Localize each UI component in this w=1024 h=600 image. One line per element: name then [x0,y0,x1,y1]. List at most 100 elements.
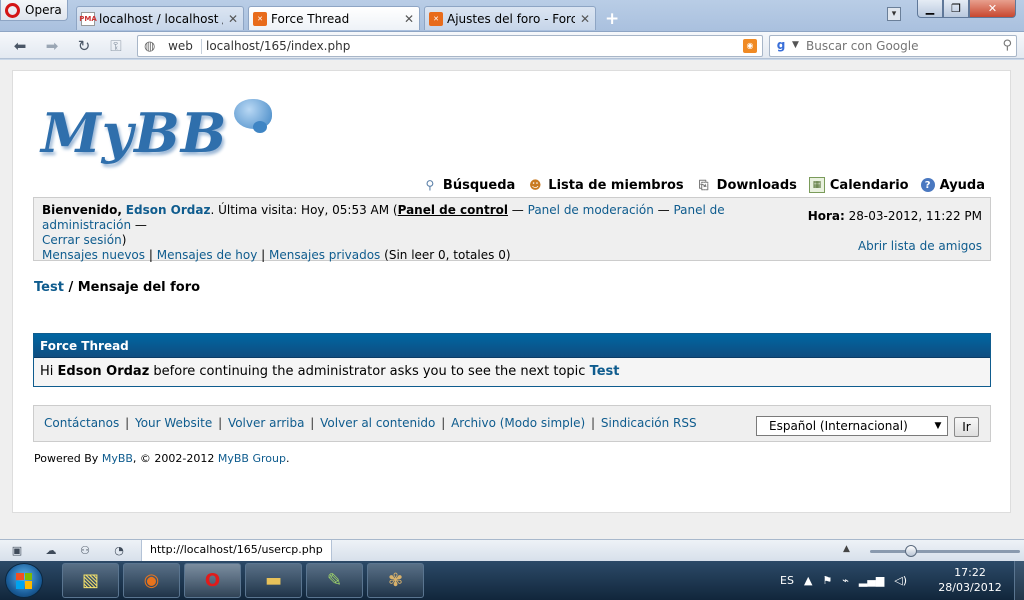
mybb-link[interactable]: MyBB [102,452,133,465]
speed-dial-icon[interactable]: ◔ [112,544,126,558]
opera-menu-button[interactable]: Opera [0,0,68,21]
action-center-icon[interactable]: ⚑ [822,574,832,587]
tab-ajustes-foro[interactable]: ✕ Ajustes del foro - Force... ✕ [424,6,596,30]
tab-phpmyadmin[interactable]: PMA localhost / localhost / ... ✕ [76,6,244,30]
thread-box-title: Force Thread [34,334,990,358]
show-hidden-icons-icon[interactable]: ▲ [804,574,812,587]
chevron-down-icon[interactable]: ▼ [931,419,945,433]
taskbar-notepadpp[interactable]: ✎ [306,563,363,598]
top-link-help[interactable]: ? Ayuda [920,177,985,193]
forum-page: MyBB ⚲ Búsqueda ☻ Lista de miembros ⎘ Do… [12,70,1011,513]
separator-pipe: | [441,416,446,430]
separator-pipe: | [310,416,315,430]
address-bar[interactable]: ◍ web localhost/165/index.php ◉ [137,35,763,57]
start-button[interactable] [5,563,43,598]
forced-topic-link[interactable]: Test [590,364,620,379]
top-link-members[interactable]: ☻ Lista de miembros [527,177,684,193]
browser-status-bar: ▣ ☁ ⚇ ◔ http://localhost/165/usercp.php … [0,539,1024,561]
zoom-slider[interactable] [870,545,1020,557]
window-maximize-button[interactable]: ❐ [943,0,969,18]
breadcrumb-current: Mensaje del foro [77,280,201,295]
key-icon[interactable]: ⚿ [106,36,126,56]
footer-link-archive[interactable]: Archivo (Modo simple) [451,416,585,430]
separator-dash: — [507,203,528,217]
search-input[interactable] [806,38,986,54]
logout-link[interactable]: Cerrar sesión [42,233,122,247]
footer-link-content[interactable]: Volver al contenido [320,416,435,430]
language-go-button[interactable]: Ir [954,417,979,437]
footer-link-contact[interactable]: Contáctanos [44,416,119,430]
breadcrumb: Test / Mensaje del foro [34,280,200,295]
message-text: before continuing the administrator asks… [153,364,586,379]
power-icon[interactable]: ⌁ [842,574,849,587]
reload-icon[interactable]: ↻ [74,36,94,56]
mybb-group-link[interactable]: MyBB Group [218,452,286,465]
top-link-label: Calendario [829,177,909,193]
buddy-list-link[interactable]: Abrir lista de amigos [858,239,982,254]
control-panel-link[interactable]: Panel de control [398,203,508,217]
todays-posts-link[interactable]: Mensajes de hoy [157,248,258,262]
status-url: http://localhost/165/usercp.php [141,540,332,561]
footer-link-rss[interactable]: Sindicación RSS [601,416,697,430]
xampp-favicon-icon: ✕ [429,11,443,26]
search-box[interactable]: g ▼ ⚲ [769,35,1017,57]
unite-icon[interactable]: ⚇ [78,544,92,558]
welcome-row: Bienvenido, Edson Ordaz. Última visita: … [42,203,802,263]
notepad-plus-plus-icon: ✎ [326,570,343,591]
cloud-icon[interactable]: ☁ [44,544,58,558]
logo-text: MyBB [41,101,228,165]
window-close-button[interactable]: ✕ [969,0,1016,18]
clock-date: 28/03/2012 [938,581,1002,594]
network-icon[interactable]: ▂▄▆ [859,574,884,587]
volume-icon[interactable]: ◁) [894,574,907,587]
show-desktop-button[interactable] [1014,561,1024,600]
panel-toggle-icon[interactable]: ▣ [10,544,24,558]
footer-link-top[interactable]: Volver arriba [228,416,305,430]
taskbar-explorer[interactable]: ▬ [245,563,302,598]
taskbar-firefox[interactable]: ◉ [123,563,180,598]
window-minimize-button[interactable]: ▁ [917,0,943,18]
trash-can-icon[interactable]: ▾ [887,7,901,21]
user-profile-link[interactable]: Edson Ordaz [126,203,211,217]
tab-close-icon[interactable]: ✕ [579,12,591,26]
top-link-calendar[interactable]: ▦ Calendario [808,177,909,193]
zoom-slider-knob[interactable] [905,545,917,557]
opera-icon: O [204,570,221,591]
new-posts-link[interactable]: Mensajes nuevos [42,248,145,262]
private-messages-link[interactable]: Mensajes privados [269,248,380,262]
chevron-up-icon[interactable]: ▲ [843,544,850,554]
top-link-downloads[interactable]: ⎘ Downloads [696,177,797,193]
input-language[interactable]: ES [780,574,794,587]
search-icon[interactable]: ⚲ [1002,38,1012,53]
calendar-icon: ▦ [808,177,825,193]
separator-pipe: | [218,416,223,430]
firefox-icon: ◉ [143,570,160,591]
tab-force-thread[interactable]: ✕ Force Thread ✕ [248,6,420,30]
taskbar-notes-app[interactable]: ▧ [62,563,119,598]
breadcrumb-root-link[interactable]: Test [34,280,64,295]
chevron-down-icon[interactable]: ▼ [792,40,799,50]
tab-close-icon[interactable]: ✕ [227,12,239,26]
members-icon: ☻ [529,178,542,192]
google-logo-icon[interactable]: g [773,38,789,54]
new-tab-button[interactable]: + [605,9,619,29]
taskbar-opera[interactable]: O [184,563,241,598]
mybb-logo[interactable]: MyBB [41,95,281,165]
tab-close-icon[interactable]: ✕ [403,12,415,26]
footer-link-website[interactable]: Your Website [135,416,212,430]
moderation-panel-link[interactable]: Panel de moderación [528,203,654,217]
tab-title: Ajustes del foro - Force... [447,11,575,26]
back-arrow-icon[interactable]: ⬅ [10,36,30,56]
top-link-label: Ayuda [939,177,985,193]
forward-arrow-icon[interactable]: ➡ [42,36,62,56]
taskbar-clock[interactable]: 17:22 28/03/2012 [935,565,1005,595]
separator-pipe: | [591,416,596,430]
address-url[interactable]: localhost/165/index.php [206,39,350,53]
close-paren: ) [121,233,127,247]
logo-bubble-tail-icon [253,121,267,133]
top-link-search[interactable]: ⚲ Búsqueda [422,177,516,193]
rss-feed-icon[interactable]: ◉ [743,39,757,53]
welcome-greeting: Bienvenido, [42,203,122,217]
taskbar-paint[interactable]: ✾ [367,563,424,598]
language-select[interactable]: Español (Internacional) ▼ [756,416,948,436]
